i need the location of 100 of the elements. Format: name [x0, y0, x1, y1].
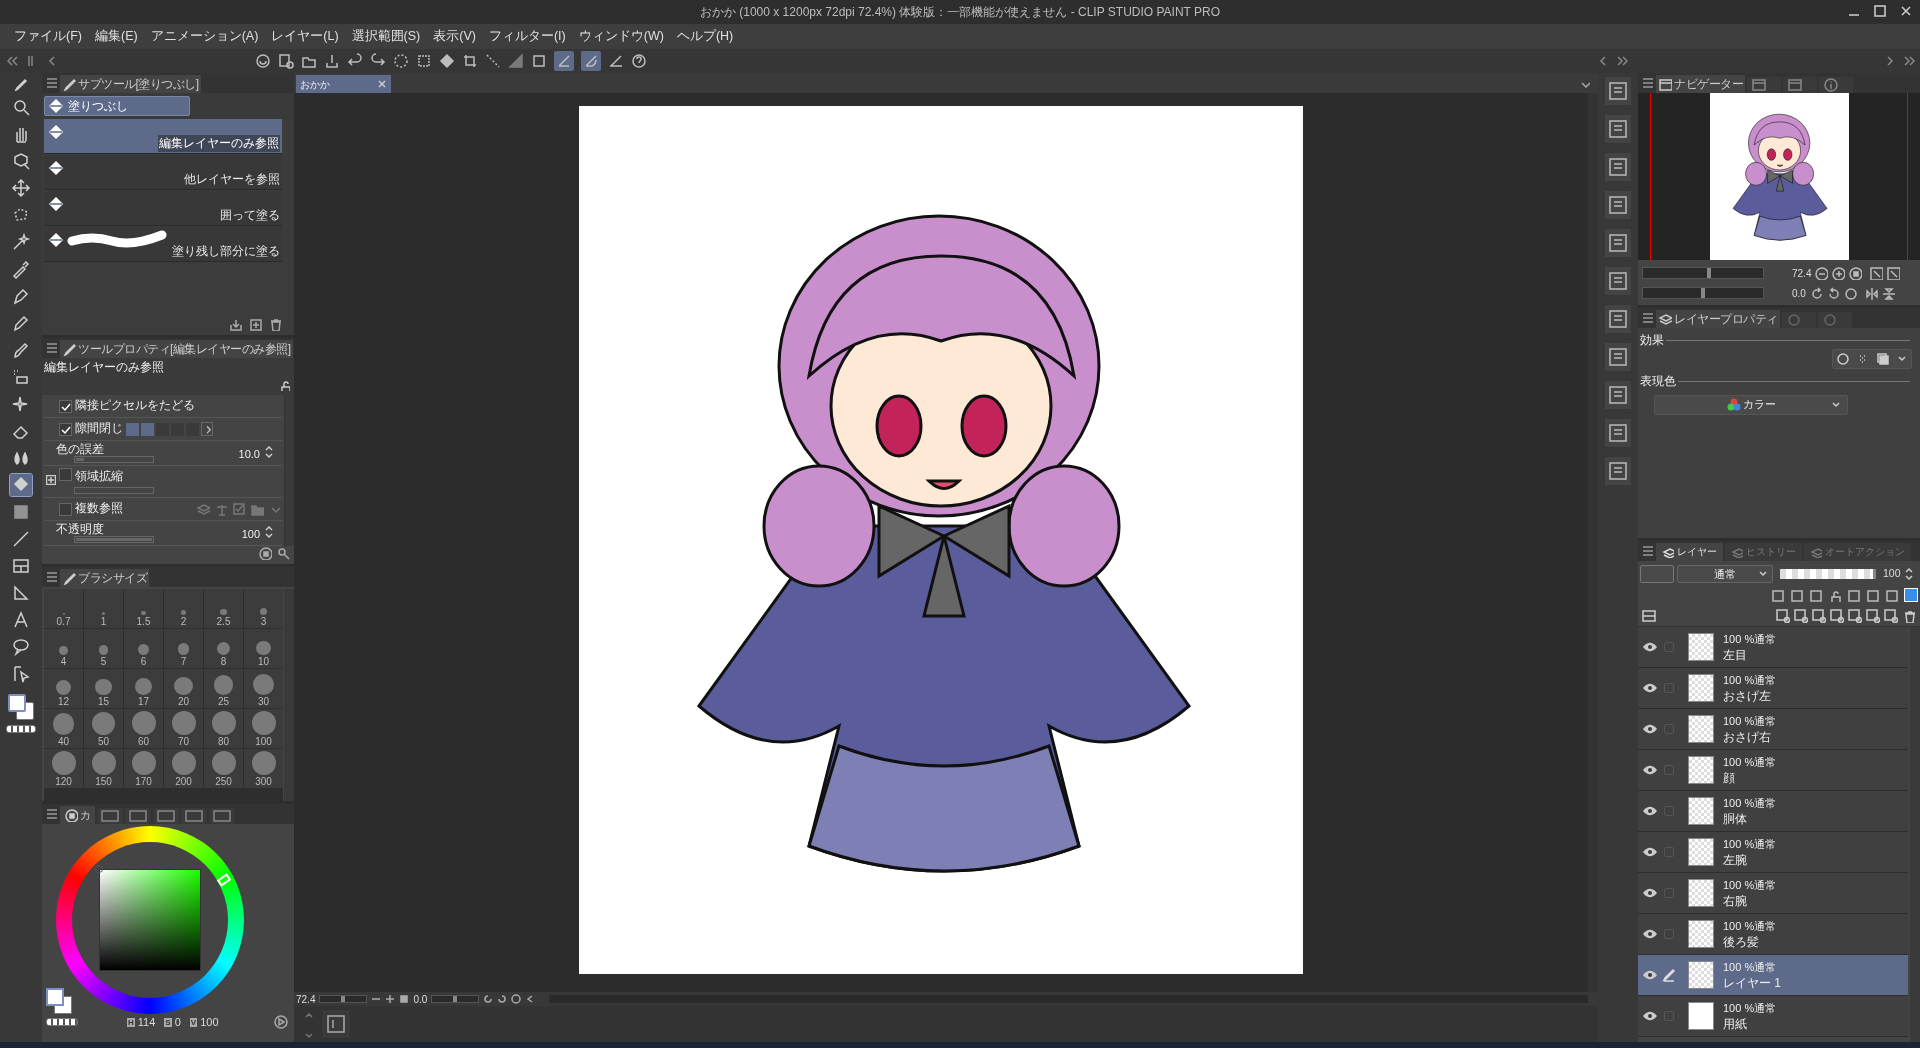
brush-size-cell[interactable]: 150 [84, 749, 123, 788]
lock-icon[interactable] [278, 379, 290, 391]
fill-icon[interactable] [439, 53, 455, 69]
timeline-icon[interactable] [322, 1010, 350, 1038]
brush-size-cell[interactable]: 20 [164, 669, 203, 708]
brush-size-cell[interactable]: 80 [204, 709, 243, 748]
triangle-icon[interactable] [508, 53, 524, 69]
edit-pencil-icon[interactable] [1662, 968, 1676, 982]
brush-size-cell[interactable]: 10 [244, 629, 283, 668]
menu-icon[interactable] [44, 340, 58, 356]
layer-row[interactable]: 100 %通常 左目 [1638, 627, 1908, 668]
checkbox[interactable] [59, 468, 72, 481]
brush-size-cell[interactable]: 1.5 [124, 589, 163, 628]
rotate-right-icon[interactable] [497, 994, 508, 1004]
brush-size-cell[interactable]: 6 [124, 629, 163, 668]
duplicate-icon[interactable] [248, 317, 262, 331]
brush-size-cell[interactable]: 2 [164, 589, 203, 628]
brush-size-cell[interactable]: 5 [84, 629, 123, 668]
brush-size-cell[interactable]: 2.5 [204, 589, 243, 628]
selection-icon[interactable] [416, 53, 432, 69]
canvas-tab[interactable]: おかか [296, 75, 391, 93]
color-swatches[interactable] [46, 988, 74, 1014]
scrollbar[interactable] [284, 395, 294, 546]
zoom-out-icon[interactable] [1814, 266, 1829, 280]
balloon-tool-icon[interactable] [10, 636, 32, 658]
menu-item[interactable]: アニメーション(A) [144, 27, 265, 46]
opacity-slider[interactable] [1780, 569, 1876, 579]
ruler-icon[interactable] [554, 51, 574, 71]
brush-size-cell[interactable]: 100 [244, 709, 283, 748]
line-ruler-icon[interactable] [608, 53, 624, 69]
subtool-group-tab[interactable]: 塗りつぶし [44, 96, 190, 116]
brush-size-cell[interactable]: 70 [164, 709, 203, 748]
brush-size-cell[interactable]: 17 [124, 669, 163, 708]
transparent-color-swatch[interactable] [6, 725, 36, 733]
panel-tab[interactable]: レイヤー [1656, 543, 1723, 561]
panel-tab[interactable]: レイヤープロパティ [1656, 310, 1780, 328]
color-swatches[interactable] [8, 694, 34, 720]
menu-item[interactable]: 編集(E) [88, 27, 144, 46]
checkbox[interactable] [59, 399, 72, 413]
brush-size-cell[interactable]: 120 [44, 749, 83, 788]
sub-view-tab-icon[interactable] [1747, 77, 1781, 93]
brush-size-cell[interactable]: 170 [124, 749, 163, 788]
zoom-slider[interactable] [319, 995, 368, 1003]
import-icon[interactable] [228, 317, 242, 331]
layer-row[interactable]: 100 %通常 後ろ髪 [1638, 914, 1908, 955]
brush-size-cell[interactable]: 8 [204, 629, 243, 668]
chevron-right-icon[interactable] [201, 422, 213, 436]
color-mode-dropdown[interactable]: カラー [1654, 394, 1848, 415]
expand-plus-icon[interactable] [46, 475, 56, 485]
brush-size-cell[interactable]: 250 [204, 749, 243, 788]
spin-arrows-icon[interactable] [1903, 567, 1914, 581]
brush-size-cell[interactable]: 200 [164, 749, 203, 788]
spin-arrows-icon[interactable] [264, 525, 274, 539]
layer-color-toggle[interactable] [1904, 588, 1918, 602]
menu-icon[interactable] [1640, 75, 1654, 91]
flip-horizontal-icon[interactable] [1863, 286, 1878, 300]
reset-rotation-icon[interactable] [1842, 286, 1857, 300]
color-wheel-tab[interactable]: カ [60, 806, 95, 824]
fill-tool-icon[interactable] [10, 474, 32, 496]
square-icon[interactable] [531, 53, 547, 69]
maximize-icon[interactable] [1872, 3, 1888, 19]
menu-icon[interactable] [44, 569, 58, 585]
zoom-in-icon[interactable] [1831, 266, 1846, 280]
panel-layout-icon[interactable] [1642, 608, 1656, 623]
zoom-slider[interactable] [1642, 267, 1764, 279]
menu-icon[interactable] [44, 75, 58, 91]
brush-size-cell[interactable]: 4 [44, 629, 83, 668]
layer-row[interactable]: 100 %通常 左腕 [1638, 832, 1908, 873]
preview-tab-icon[interactable] [1783, 77, 1817, 93]
info-tab-icon[interactable] [1819, 77, 1853, 93]
menu-icon[interactable] [44, 806, 58, 822]
dropper-tool-icon[interactable] [10, 258, 32, 280]
subtool-item[interactable]: 他レイヤーを参照 [44, 155, 282, 190]
spin-arrows-icon[interactable] [264, 445, 274, 459]
menu-icon[interactable] [1640, 310, 1654, 326]
dashed-line-icon[interactable] [485, 53, 501, 69]
zoom-in-icon[interactable] [385, 994, 396, 1004]
brush-size-cell[interactable]: 60 [124, 709, 163, 748]
flip-vertical-icon[interactable] [1880, 286, 1895, 300]
brush-ruler-icon[interactable] [581, 51, 601, 71]
crop-icon[interactable] [462, 53, 478, 69]
lock-icon[interactable] [1828, 588, 1841, 602]
menu-item[interactable]: フィルター(I) [482, 27, 572, 46]
reset-rotation-icon[interactable] [511, 994, 522, 1004]
checkbox[interactable] [59, 502, 72, 516]
fit-icon[interactable] [1869, 266, 1884, 280]
reset-icon[interactable] [258, 546, 272, 560]
menu-item[interactable]: ファイル(F) [8, 27, 88, 46]
delete-layer-icon[interactable] [1902, 608, 1916, 623]
panel-tab[interactable]: ブラシサイズ [60, 569, 149, 587]
spinner-icon[interactable] [393, 53, 409, 69]
scrollbar[interactable] [284, 589, 294, 801]
menu-icon[interactable] [1640, 543, 1654, 559]
menu-item[interactable]: 選択範囲(S) [345, 27, 427, 46]
layer-row[interactable]: 100 %通常 顔 [1638, 750, 1908, 791]
subtool-item[interactable]: 囲って塗る [44, 191, 282, 226]
fill-window-icon[interactable] [1886, 266, 1901, 280]
layer-row[interactable]: 100 %通常 おさげ右 [1638, 709, 1908, 750]
menu-item[interactable]: 表示(V) [427, 27, 482, 46]
layer-row[interactable]: 100 %通常 おさげ左 [1638, 668, 1908, 709]
